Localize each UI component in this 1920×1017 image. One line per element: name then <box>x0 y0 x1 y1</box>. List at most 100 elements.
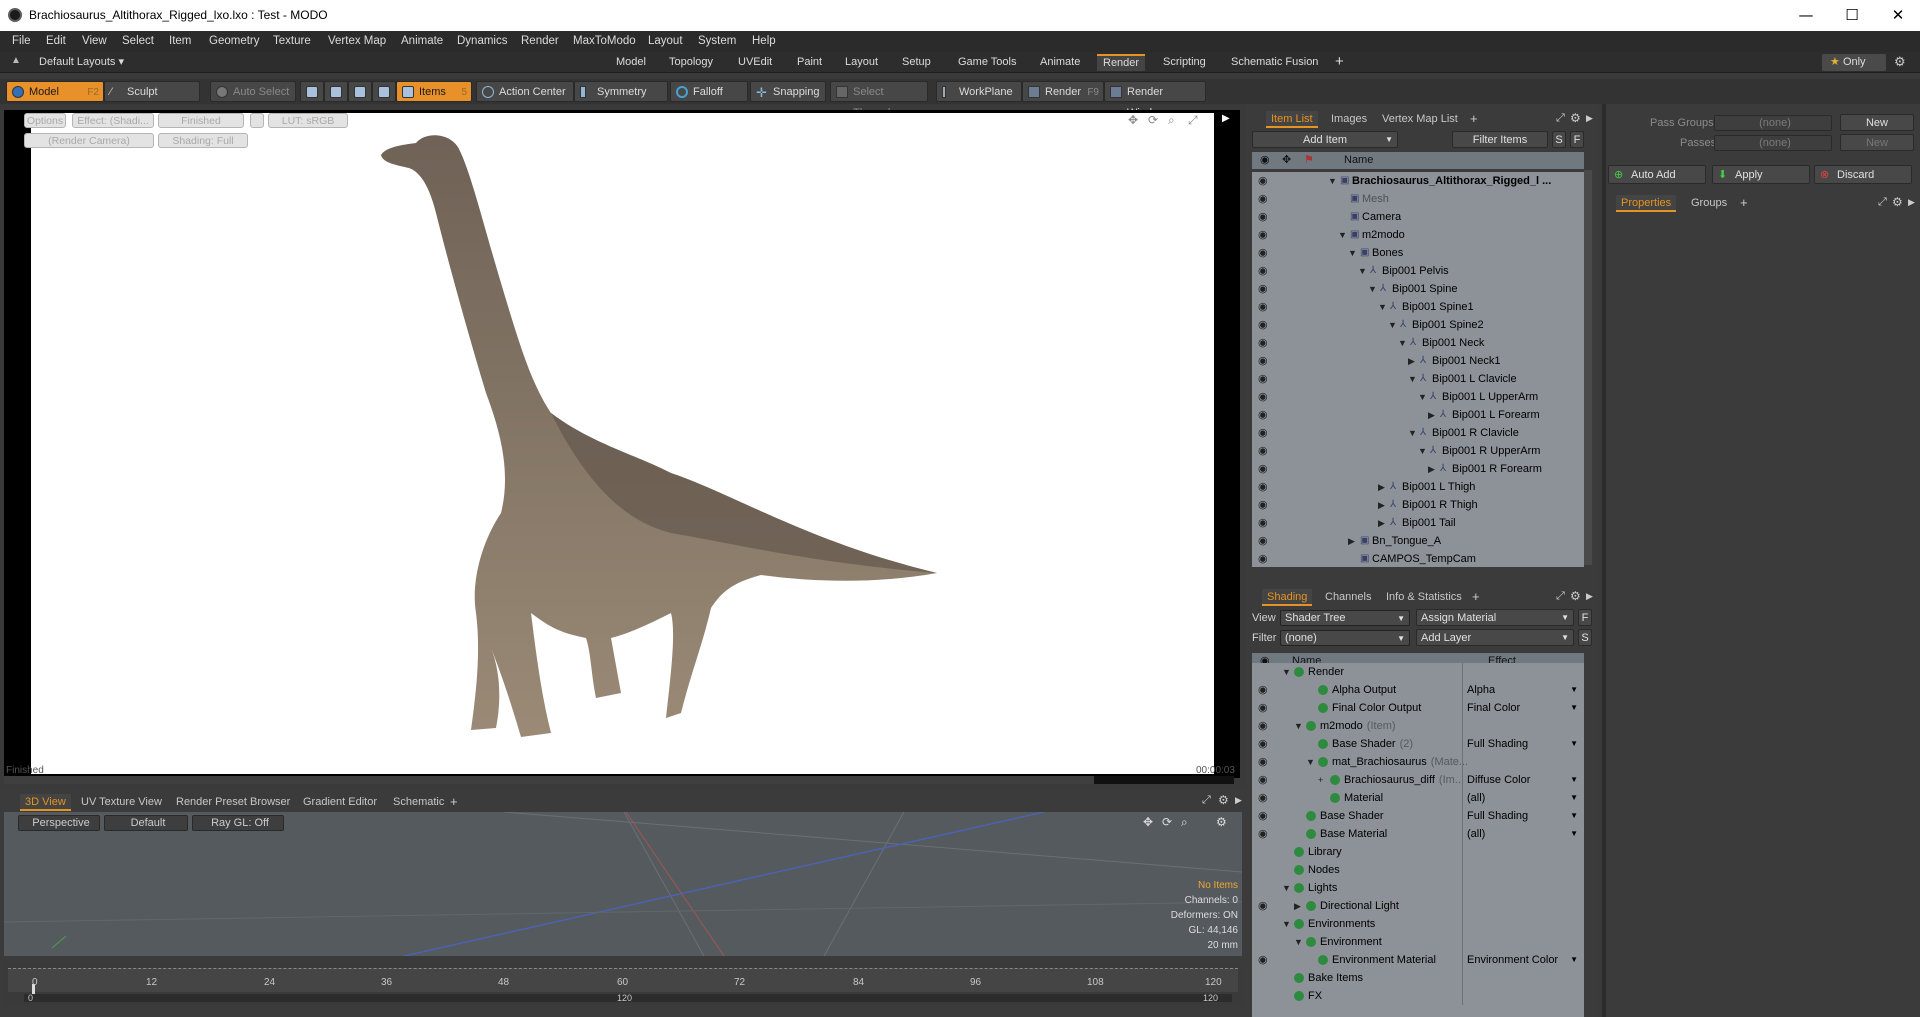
effect-cell[interactable]: (all) ▼ <box>1462 825 1582 843</box>
menu-geometry[interactable]: Geometry <box>209 35 260 47</box>
fit-view-icon[interactable]: ⤢ <box>1188 113 1198 128</box>
shader-tree-row[interactable]: FX <box>1252 987 1584 1005</box>
passes-dropdown[interactable]: (none) <box>1714 135 1832 151</box>
shader-tree-row[interactable]: ◉ Material (all) ▼ <box>1252 789 1584 807</box>
item-list-row[interactable]: ◉ ▶ ⅄ Bip001 R Forearm <box>1252 460 1584 478</box>
item-list-tree[interactable]: ◉ ▼ ▣ Brachiosaurus_Altithorax_Rigged_l ...… <box>1252 172 1584 567</box>
maximize-list-icon[interactable]: ⤢ <box>1556 112 1565 125</box>
tab-gradient-editor[interactable]: Gradient Editor <box>298 794 382 811</box>
move-view-icon[interactable]: ✥ <box>1128 113 1138 127</box>
shader-tree-row[interactable]: ▼ Lights <box>1252 879 1584 897</box>
visibility-eye-icon[interactable]: ◉ <box>1258 532 1268 550</box>
visibility-eye-icon[interactable]: ◉ <box>1258 208 1268 226</box>
shader-tree-row[interactable]: ◉ Base Material (all) ▼ <box>1252 825 1584 843</box>
item-list-row[interactable]: ◉ ▼ ▣ m2modo <box>1252 226 1584 244</box>
expand-toggle-icon[interactable]: ▼ <box>1282 915 1291 933</box>
visibility-eye-icon[interactable]: ◉ <box>1258 550 1268 567</box>
shading-dropdown[interactable]: Shading: Full <box>158 133 248 148</box>
visibility-eye-icon[interactable]: ◉ <box>1258 280 1268 298</box>
apply-button[interactable]: ⬇ Apply <box>1712 165 1810 184</box>
expand-toggle-icon[interactable]: ▼ <box>1282 663 1291 681</box>
expand-toggle-icon[interactable]: ▶ <box>1294 897 1301 915</box>
auto-select-button[interactable]: Auto Select <box>210 81 296 102</box>
edges-select-button[interactable] <box>324 81 348 102</box>
expand-toggle-icon[interactable]: ▼ <box>1338 226 1347 244</box>
item-list-f-button[interactable]: F <box>1570 131 1584 148</box>
default-style-dropdown[interactable]: Default <box>104 815 188 831</box>
item-list-scrollbar[interactable] <box>1584 170 1592 565</box>
list-gear-icon[interactable]: ⚙ <box>1570 111 1581 125</box>
shader-tree-row[interactable]: ◉ ▼ m2modo (Item) <box>1252 717 1584 735</box>
visibility-eye-icon[interactable]: ◉ <box>1258 681 1268 699</box>
expand-toggle-icon[interactable]: ▼ <box>1328 172 1337 190</box>
model-mode-button[interactable]: Model F2 <box>6 81 104 102</box>
expand-arrow-icon[interactable]: ▶ <box>1222 113 1230 124</box>
tab-setup[interactable]: Setup <box>896 54 937 71</box>
visibility-eye-icon[interactable]: ◉ <box>1258 735 1268 753</box>
tab-shading[interactable]: Shading <box>1262 589 1313 606</box>
shading-gear-icon[interactable]: ⚙ <box>1570 589 1581 603</box>
expand-toggle-icon[interactable]: ▶ <box>1428 460 1435 478</box>
visibility-eye-icon[interactable]: ◉ <box>1258 807 1268 825</box>
visibility-eye-icon[interactable]: ◉ <box>1258 334 1268 352</box>
effect-cell[interactable]: (all) ▼ <box>1462 789 1582 807</box>
shader-tree-row[interactable]: ◉ Base Shader Full Shading ▼ <box>1252 807 1584 825</box>
visibility-eye-icon[interactable]: ◉ <box>1258 244 1268 262</box>
tab-model[interactable]: Model <box>610 54 652 71</box>
tab-groups[interactable]: Groups <box>1686 195 1732 212</box>
visibility-eye-icon[interactable]: ◉ <box>1258 478 1268 496</box>
shader-tree-row[interactable]: ◉ Alpha Output Alpha ▼ <box>1252 681 1584 699</box>
shader-tree-row[interactable]: ▼ Environment <box>1252 933 1584 951</box>
expand-toggle-icon[interactable]: ▼ <box>1306 753 1315 771</box>
tab-uvedit[interactable]: UVEdit <box>732 54 778 71</box>
action-center-button[interactable]: Action Center <box>476 81 574 102</box>
3d-view[interactable]: Perspective Default Ray GL: Off ✥ ⟳ ⌕ ⚙ … <box>4 812 1242 956</box>
item-list-row[interactable]: ◉ ▣ CAMPOS_TempCam <box>1252 550 1584 567</box>
item-list-row[interactable]: ◉ ▶ ⅄ Bip001 L Thigh <box>1252 478 1584 496</box>
item-list-row[interactable]: ◉ ▼ ⅄ Bip001 L Clavicle <box>1252 370 1584 388</box>
viewport-scrollbar[interactable] <box>4 776 1094 784</box>
new-pass-group-button[interactable]: New <box>1840 114 1914 131</box>
expand-toggle-icon[interactable]: + <box>1318 771 1323 789</box>
menu-view[interactable]: View <box>82 35 107 47</box>
expand-toggle-icon[interactable]: ▼ <box>1418 388 1427 406</box>
properties-menu-arrow-icon[interactable]: ▶ <box>1908 197 1915 208</box>
tab-3d-view[interactable]: 3D View <box>20 794 71 811</box>
item-list-row[interactable]: ◉ ▶ ⅄ Bip001 Tail <box>1252 514 1584 532</box>
filter-items-field[interactable]: Filter Items <box>1452 131 1548 148</box>
item-list-row[interactable]: ◉ ▼ ⅄ Bip001 Pelvis <box>1252 262 1584 280</box>
expand-toggle-icon[interactable]: ▼ <box>1294 717 1303 735</box>
properties-gear-icon[interactable]: ⚙ <box>1892 195 1903 209</box>
menu-item[interactable]: Item <box>169 35 191 47</box>
visibility-eye-icon[interactable]: ◉ <box>1258 190 1268 208</box>
expand-toggle-icon[interactable]: ▼ <box>1282 879 1291 897</box>
visibility-eye-icon[interactable]: ◉ <box>1258 789 1268 807</box>
shader-tree-row[interactable]: ◉ Environment Material Environment Color ▼ <box>1252 951 1584 969</box>
shader-tree-row[interactable]: Nodes <box>1252 861 1584 879</box>
tab-vertex-map-list[interactable]: Vertex Map List <box>1377 111 1463 128</box>
shader-tree[interactable]: ▼ Render ◉ Alpha Output Alpha ▼ ◉ Final Color O… <box>1252 663 1584 1017</box>
expand-toggle-icon[interactable]: ▼ <box>1294 933 1303 951</box>
tab-render-preset-browser[interactable]: Render Preset Browser <box>171 794 295 811</box>
rotate-view-icon[interactable]: ⟳ <box>1148 113 1158 127</box>
new-pass-button[interactable]: New <box>1840 134 1914 151</box>
expand-toggle-icon[interactable]: ▼ <box>1398 334 1407 352</box>
select-through-button[interactable]: Select Through <box>830 81 928 119</box>
close-button[interactable]: ✕ <box>1875 0 1920 31</box>
zoom-3d-icon[interactable]: ⌕ <box>1181 815 1188 830</box>
polygons-select-button[interactable] <box>348 81 372 102</box>
shader-tree-dropdown[interactable]: Shader Tree ▼ <box>1280 610 1410 626</box>
effect-dropdown-arrow-icon[interactable]: ▼ <box>1570 807 1578 825</box>
menu-help[interactable]: Help <box>752 35 776 47</box>
shader-tree-row[interactable]: ▼ Render <box>1252 663 1584 681</box>
visibility-eye-icon[interactable]: ◉ <box>1258 825 1268 843</box>
materials-select-button[interactable] <box>372 81 396 102</box>
item-list-row[interactable]: ◉ ▶ ⅄ Bip001 Neck1 <box>1252 352 1584 370</box>
tab-layout[interactable]: Layout <box>839 54 884 71</box>
item-list-row[interactable]: ◉ ▶ ▣ Bn_Tongue_A <box>1252 532 1584 550</box>
effect-dropdown[interactable]: Effect: (Shadi... <box>72 113 154 128</box>
effect-dropdown-arrow-icon[interactable]: ▼ <box>1570 771 1578 789</box>
item-list-row[interactable]: ◉ ▼ ▣ Bones <box>1252 244 1584 262</box>
effect-dropdown-arrow-icon[interactable]: ▼ <box>1570 735 1578 753</box>
menu-maxtomodo[interactable]: MaxToModo <box>573 35 636 47</box>
